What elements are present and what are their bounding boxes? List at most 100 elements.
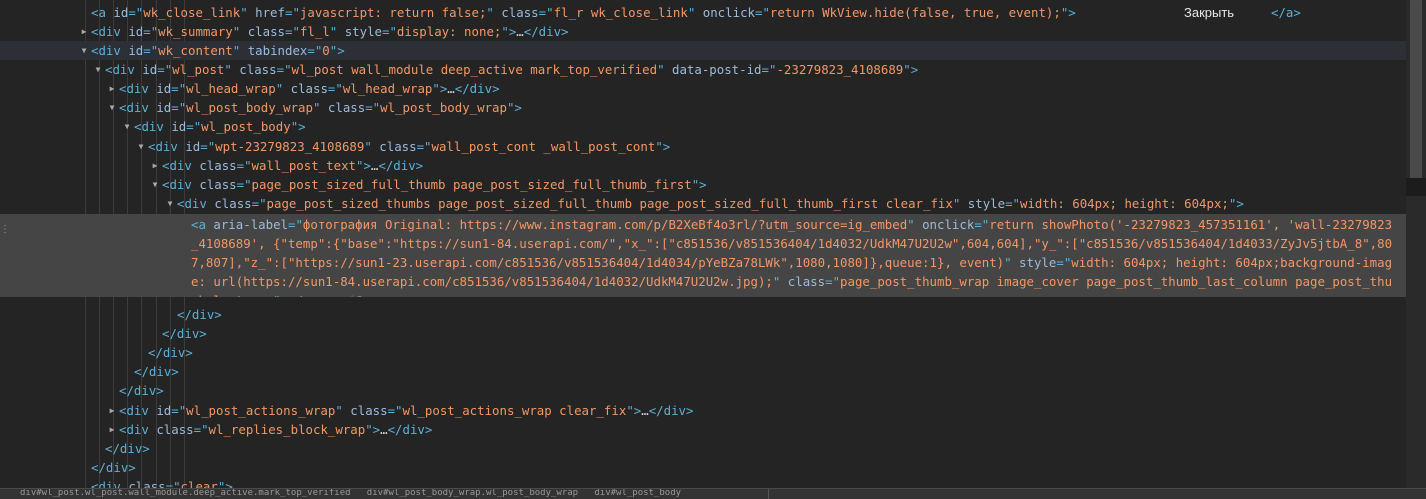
tag-token: "> bbox=[217, 479, 233, 488]
dom-node[interactable]: <div id="wl_post_actions_wrap" class="wl… bbox=[0, 401, 1406, 420]
attr-value: wl_post_body_wrap bbox=[186, 100, 313, 115]
attr-value: wl_post_body_wrap bbox=[380, 100, 507, 115]
node-markup: <div id="wk_content" tabindex="0"> bbox=[91, 41, 345, 60]
attr-name: id bbox=[185, 139, 201, 154]
tag-token: <div bbox=[162, 158, 200, 173]
expand-triangle-icon[interactable] bbox=[79, 41, 89, 60]
attr-value: wl_post_actions_wrap clear_fix bbox=[402, 403, 627, 418]
dom-node[interactable]: </div> bbox=[0, 324, 1406, 343]
attr-name: style bbox=[1019, 255, 1057, 270]
tag-token: <div bbox=[119, 422, 157, 437]
dom-node[interactable]: </div> bbox=[0, 458, 1406, 477]
attr-name: class bbox=[247, 24, 285, 39]
dom-node[interactable]: <div id="wpt-23279823_4108689" class="wa… bbox=[0, 137, 1406, 156]
tag-token: =" bbox=[754, 5, 770, 20]
attr-name: id bbox=[171, 119, 187, 134]
tag-token: <a bbox=[191, 217, 214, 232]
expand-triangle-icon[interactable] bbox=[107, 98, 117, 117]
attr-value: javascript: return false; bbox=[299, 5, 487, 20]
attr-value: 0 bbox=[322, 43, 330, 58]
expand-triangle-icon[interactable] bbox=[165, 194, 175, 213]
tag-token: =" bbox=[825, 274, 841, 289]
expand-triangle-icon[interactable] bbox=[150, 175, 160, 194]
attr-name: class bbox=[199, 158, 237, 173]
tag-token: </div> bbox=[162, 326, 207, 341]
collapse-triangle-icon[interactable] bbox=[107, 401, 117, 420]
dom-node[interactable]: </div> bbox=[0, 305, 1406, 324]
tag-token: <div bbox=[119, 81, 157, 96]
ellipsis[interactable]: … bbox=[380, 422, 387, 437]
tag-token: =" bbox=[1005, 196, 1021, 211]
node-markup: </div> bbox=[148, 343, 193, 362]
dom-node[interactable]: <div class="page_post_sized_full_thumb p… bbox=[0, 175, 1406, 194]
tag-token: "> bbox=[691, 177, 707, 192]
node-markup: <a aria-label="фотография Original: http… bbox=[191, 215, 1404, 297]
dom-node[interactable]: <div id="wl_post_body"> bbox=[0, 117, 1406, 136]
tag-token: "> bbox=[1228, 196, 1244, 211]
node-markup: </div> bbox=[119, 381, 164, 400]
tag-token: " bbox=[952, 196, 968, 211]
tag-token: "> bbox=[432, 81, 448, 96]
dom-node[interactable]: </div> bbox=[0, 343, 1406, 362]
attr-name: class bbox=[128, 479, 166, 488]
collapse-triangle-icon[interactable] bbox=[150, 156, 160, 175]
node-markup: </div> bbox=[134, 362, 179, 381]
scrollbar-marker bbox=[1406, 178, 1426, 196]
tag-token: "> bbox=[329, 43, 345, 58]
tag-token: =" bbox=[251, 196, 267, 211]
node-markup: <a id="wk_close_link" href="javascript: … bbox=[91, 3, 1076, 22]
vertical-scrollbar[interactable] bbox=[1406, 0, 1426, 488]
dom-node[interactable]: </div> bbox=[0, 381, 1406, 400]
node-markup: <div id="wl_post" class="wl_post wall_mo… bbox=[105, 60, 918, 79]
scrollbar-thumb[interactable] bbox=[1410, 0, 1422, 178]
tag-token: " bbox=[224, 62, 240, 77]
dom-node[interactable]: <div id="wl_post" class="wl_post wall_mo… bbox=[0, 60, 1406, 79]
tag-token: </div> bbox=[119, 383, 164, 398]
tag-token: =" bbox=[186, 119, 202, 134]
dom-node[interactable]: <div class="wl_replies_block_wrap">…</di… bbox=[0, 420, 1406, 439]
dom-node[interactable]: <div id="wl_post_body_wrap" class="wl_po… bbox=[0, 98, 1406, 117]
dom-node[interactable]: <div class="clear"> bbox=[0, 477, 1406, 488]
tag-token: "></a> bbox=[273, 293, 318, 297]
tag-token: </div> bbox=[454, 81, 500, 96]
collapse-triangle-icon[interactable] bbox=[79, 22, 89, 41]
tag-token: </div> bbox=[378, 158, 424, 173]
collapse-triangle-icon[interactable] bbox=[107, 420, 117, 439]
attr-value: wall_post_cont _wall_post_cont bbox=[431, 139, 656, 154]
tag-token: </div> bbox=[387, 422, 433, 437]
tag-token: "> bbox=[1060, 5, 1076, 20]
attr-name: tabindex bbox=[247, 43, 308, 58]
ellipsis[interactable]: … bbox=[447, 81, 454, 96]
node-markup: <div id="wpt-23279823_4108689" class="wa… bbox=[148, 137, 670, 156]
dom-node-selected[interactable]: <a aria-label="фотография Original: http… bbox=[0, 214, 1406, 297]
dom-node[interactable]: </div> bbox=[0, 439, 1406, 458]
dom-node[interactable]: <div id="wk_summary" class="fl_l" style=… bbox=[0, 22, 1406, 41]
dom-node[interactable]: <div id="wk_content" tabindex="0"> bbox=[0, 41, 1406, 60]
dom-node[interactable]: </div> bbox=[0, 362, 1406, 381]
dom-node[interactable]: <div class="wall_post_text">…</div> bbox=[0, 156, 1406, 175]
breadcrumb[interactable]: div#wl_post.wl_post.wall_module.deep_act… bbox=[20, 489, 681, 499]
tag-token: =" bbox=[538, 5, 554, 20]
node-markup: <div id="wl_post_actions_wrap" class="wl… bbox=[119, 401, 693, 420]
tag-token: <div bbox=[177, 196, 215, 211]
tag-token: =" bbox=[416, 139, 432, 154]
dom-node[interactable]: <div id="wl_head_wrap" class="wl_head_wr… bbox=[0, 79, 1406, 98]
attr-name: id bbox=[128, 43, 144, 58]
attr-value: wall_post_text bbox=[251, 158, 356, 173]
tag-token: " bbox=[312, 100, 328, 115]
expand-triangle-icon[interactable] bbox=[93, 60, 103, 79]
ellipsis[interactable]: … bbox=[641, 403, 648, 418]
expand-triangle-icon[interactable] bbox=[122, 117, 132, 136]
expand-triangle-icon[interactable] bbox=[136, 137, 146, 156]
node-markup: <div class="page_post_sized_thumbs page_… bbox=[177, 194, 1244, 213]
tag-token: "> bbox=[290, 119, 306, 134]
tag-token: =" bbox=[288, 217, 303, 232]
tag-token: =" bbox=[171, 403, 187, 418]
attr-name: id bbox=[113, 5, 129, 20]
attr-name: class bbox=[327, 100, 366, 115]
attr-value: wl_replies_block_wrap bbox=[208, 422, 366, 437]
ellipsis[interactable]: … bbox=[516, 24, 523, 39]
collapse-triangle-icon[interactable] bbox=[107, 79, 117, 98]
tag-token: =" bbox=[284, 5, 300, 20]
dom-node[interactable]: <div class="page_post_sized_thumbs page_… bbox=[0, 194, 1406, 213]
